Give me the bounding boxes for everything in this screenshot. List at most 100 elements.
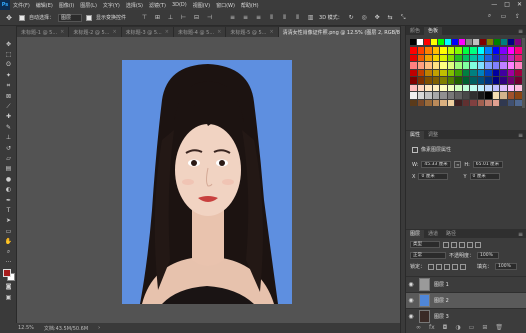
distribute-bottom-icon[interactable]: ≡: [254, 14, 263, 22]
swatch[interactable]: [492, 92, 499, 99]
dodge-tool-icon[interactable]: ◐: [0, 184, 17, 194]
zoom-tool-icon[interactable]: ⌕: [0, 247, 17, 257]
menu-select[interactable]: 选择(S): [123, 2, 146, 9]
eyedropper-tool-icon[interactable]: ⟋: [0, 101, 17, 111]
tab-untitled-5[interactable]: 未标题-5 @ 5... ×: [226, 27, 279, 37]
swatch[interactable]: [485, 69, 492, 76]
zoom-level[interactable]: 12.5%: [18, 325, 34, 331]
close-icon[interactable]: ×: [269, 29, 273, 35]
layer-row[interactable]: ◉ 图层 1: [406, 276, 526, 292]
swatch[interactable]: [417, 92, 424, 99]
swatch[interactable]: [515, 54, 522, 61]
layer-style-icon[interactable]: fx: [429, 324, 435, 331]
menu-window[interactable]: 窗口(W): [213, 2, 238, 9]
close-icon[interactable]: ×: [165, 29, 169, 35]
align-right-icon[interactable]: ⊣: [205, 14, 214, 22]
align-top-icon[interactable]: ⊤: [140, 14, 149, 22]
distribute-top-icon[interactable]: ≡: [228, 14, 237, 22]
move-tool-icon[interactable]: ✥: [0, 39, 17, 49]
swatch[interactable]: [500, 47, 507, 54]
swatch[interactable]: [477, 99, 484, 106]
lasso-tool-icon[interactable]: ʘ: [0, 60, 17, 70]
adjustment-layer-icon[interactable]: ◑: [455, 324, 460, 331]
swatch[interactable]: [462, 54, 469, 61]
swatch[interactable]: [410, 47, 417, 54]
swatch[interactable]: [515, 69, 522, 76]
swatch[interactable]: [462, 62, 469, 69]
swatch[interactable]: [425, 77, 432, 84]
swatch[interactable]: [492, 69, 499, 76]
swatch[interactable]: [440, 92, 447, 99]
swatch[interactable]: [492, 99, 499, 106]
new-group-icon[interactable]: ▭: [469, 324, 475, 331]
link-layers-icon[interactable]: ∞: [416, 324, 421, 331]
swatch[interactable]: [440, 54, 447, 61]
menu-filter[interactable]: 滤镜(T): [146, 2, 169, 9]
tab-untitled-3[interactable]: 未标题-3 @ 5... ×: [121, 27, 174, 37]
layer-name[interactable]: 图层 1: [434, 281, 449, 288]
swatch[interactable]: [462, 92, 469, 99]
swatch[interactable]: [410, 92, 417, 99]
swatch[interactable]: [410, 99, 417, 106]
tab-adjustments[interactable]: 调整: [424, 131, 442, 139]
swatch[interactable]: [425, 99, 432, 106]
status-arrow-icon[interactable]: ›: [98, 325, 100, 331]
swatch[interactable]: [500, 84, 507, 91]
lock-pixels-icon[interactable]: [436, 263, 443, 270]
swatch[interactable]: [507, 54, 514, 61]
swatch[interactable]: [515, 39, 521, 45]
menu-help[interactable]: 帮助(H): [238, 2, 262, 9]
tab-channels[interactable]: 通道: [424, 230, 442, 238]
swatch[interactable]: [438, 39, 444, 45]
swatch[interactable]: [432, 99, 439, 106]
swatch[interactable]: [508, 39, 514, 45]
swatch[interactable]: [417, 54, 424, 61]
rectangle-tool-icon[interactable]: ▭: [0, 226, 17, 236]
swatch[interactable]: [515, 47, 522, 54]
workspace-icon[interactable]: ▭: [499, 12, 508, 20]
eraser-tool-icon[interactable]: ▱: [0, 153, 17, 163]
swatch[interactable]: [462, 77, 469, 84]
lock-artboard-icon[interactable]: [452, 263, 459, 270]
swatch[interactable]: [500, 54, 507, 61]
3d-roll-icon[interactable]: ◎: [360, 14, 369, 22]
quick-mask-icon[interactable]: ◙: [0, 282, 17, 292]
swatch[interactable]: [492, 77, 499, 84]
swatch[interactable]: [500, 92, 507, 99]
swatch[interactable]: [447, 92, 454, 99]
swatch[interactable]: [431, 39, 437, 45]
swatch[interactable]: [487, 39, 493, 45]
swatch[interactable]: [507, 62, 514, 69]
fill-field[interactable]: 100%: [495, 263, 518, 270]
add-mask-icon[interactable]: ◘: [443, 324, 448, 331]
more-tools-icon[interactable]: ···: [0, 257, 17, 267]
swatch[interactable]: [455, 77, 462, 84]
layer-name[interactable]: 图层 2: [434, 297, 449, 304]
panel-menu-icon[interactable]: ≡: [518, 231, 523, 238]
filter-pixel-icon[interactable]: [443, 241, 449, 248]
color-swatches[interactable]: [0, 268, 17, 282]
swatch[interactable]: [432, 92, 439, 99]
panel-menu-icon[interactable]: ≡: [518, 28, 523, 35]
swatch[interactable]: [470, 84, 477, 91]
magic-wand-tool-icon[interactable]: ✦: [0, 70, 17, 80]
marquee-tool-icon[interactable]: ⬚: [0, 49, 17, 59]
swatch[interactable]: [480, 39, 486, 45]
swatch[interactable]: [432, 84, 439, 91]
swatch[interactable]: [455, 92, 462, 99]
type-tool-icon[interactable]: T: [0, 205, 17, 215]
hand-tool-icon[interactable]: ✋: [0, 236, 17, 246]
tab-paths[interactable]: 路径: [442, 230, 460, 238]
swatch[interactable]: [440, 47, 447, 54]
tab-untitled-1[interactable]: 未标题-1 @ 5... ×: [17, 27, 70, 37]
swatch[interactable]: [470, 62, 477, 69]
swatch[interactable]: [466, 39, 472, 45]
3d-scale-icon[interactable]: ⤡: [399, 14, 408, 22]
swatch[interactable]: [425, 69, 432, 76]
tab-untitled-2[interactable]: 未标题-2 @ 5... ×: [69, 27, 122, 37]
align-bottom-icon[interactable]: ⊥: [166, 14, 175, 22]
show-transform-checkbox[interactable]: [86, 14, 93, 21]
swatch[interactable]: [515, 99, 522, 106]
swatch[interactable]: [500, 77, 507, 84]
swatch[interactable]: [445, 39, 451, 45]
